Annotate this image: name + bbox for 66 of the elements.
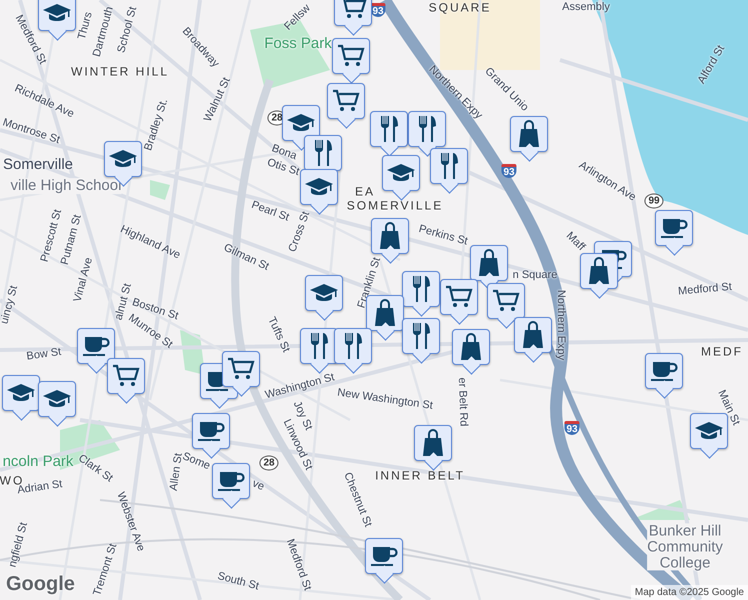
shopping-bag-icon (477, 249, 501, 277)
street-label: Thurs (76, 10, 95, 41)
street-label: uincy St (0, 284, 21, 326)
area-label: SOMERVILLE (346, 200, 444, 212)
shopping-cart-icon (112, 364, 140, 388)
graduation-cap-icon (305, 178, 333, 196)
fork-knife-icon (410, 322, 432, 350)
street-label: Some (180, 451, 212, 473)
shopping-bag-icon (521, 321, 545, 349)
street-label: ve (250, 478, 266, 494)
street-label: Perkins St (417, 224, 469, 248)
coffee-cup-icon (650, 359, 678, 383)
place-label: Bunker Hill Community College (647, 523, 723, 571)
shopping-cart-icon (337, 44, 365, 68)
street-label: South St (216, 570, 260, 594)
coffee-cup-icon (660, 216, 688, 240)
graduation-cap-icon (43, 390, 71, 408)
shopping-cart-icon (445, 285, 473, 309)
fork-knife-icon (342, 332, 364, 360)
street-label: Pearl St (250, 200, 290, 224)
street-label: Main St (714, 388, 742, 428)
street-label: er Belt Rd (455, 377, 469, 427)
map-attribution: Map data ©2025 Google (630, 585, 748, 600)
fork-knife-icon (410, 275, 432, 303)
area-label: MEDF (701, 346, 743, 358)
shopping-bag-icon (421, 429, 445, 457)
street-label: New Washington St (336, 388, 434, 412)
street-label: Tufts St (264, 316, 292, 354)
shopping-bag-icon (517, 120, 541, 148)
area-label: Somerville (2, 157, 74, 173)
shopping-cart-icon (492, 289, 520, 313)
graduation-cap-icon (387, 164, 415, 182)
street-label: School St (116, 6, 140, 54)
fork-knife-icon (416, 115, 438, 143)
station-label: n Square (512, 270, 558, 282)
graduation-cap-icon (109, 150, 137, 168)
fork-knife-icon (308, 332, 330, 360)
shopping-cart-icon (332, 89, 360, 113)
graduation-cap-icon (43, 4, 71, 22)
area-label: SQUARE (428, 2, 492, 14)
area-label: INNER BELT (375, 470, 465, 482)
shopping-bag-icon (459, 333, 483, 361)
fork-knife-icon (378, 115, 400, 143)
coffee-cup-icon (370, 544, 398, 568)
graduation-cap-icon (695, 422, 723, 440)
area-label: EA (355, 186, 375, 198)
coffee-cup-icon (197, 419, 225, 443)
street-label: Northern Expy (554, 290, 566, 360)
station-label: Assembly (562, 2, 610, 14)
area-label: WINTER HILL (71, 66, 169, 78)
shopping-bag-icon (378, 222, 402, 250)
park-label: Foss Park (264, 36, 332, 52)
fork-knife-icon (438, 152, 460, 180)
street-label: Medford St (678, 282, 732, 298)
graduation-cap-icon (310, 284, 338, 302)
shopping-cart-icon (227, 357, 255, 381)
graduation-cap-icon (287, 114, 315, 132)
shopping-bag-icon (587, 257, 611, 285)
google-logo: Google (6, 573, 75, 596)
park-label: ncoln Park (2, 454, 74, 470)
coffee-cup-icon (217, 469, 245, 493)
graduation-cap-icon (7, 384, 35, 402)
street-label: Bow St (26, 346, 62, 364)
coffee-cup-icon (82, 334, 110, 358)
street-label: ngfield St (7, 521, 31, 569)
fork-knife-icon (312, 139, 334, 167)
